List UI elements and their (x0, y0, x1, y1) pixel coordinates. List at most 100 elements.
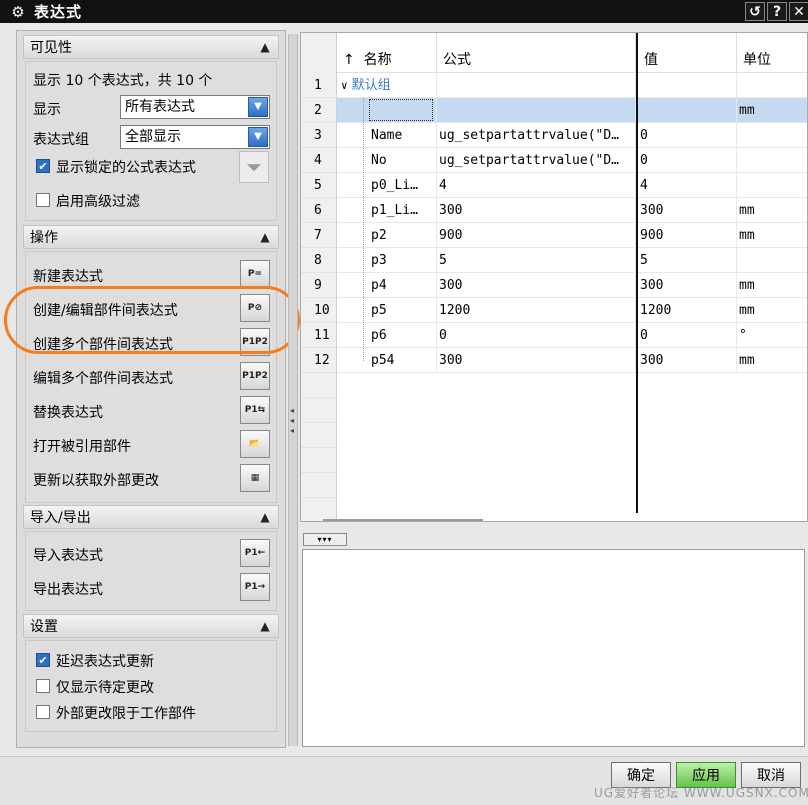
formula-cell[interactable]: 4 (437, 173, 636, 198)
expand-notes-icon[interactable]: ▾▾▾ (303, 533, 347, 546)
name-cell[interactable]: p2 (337, 223, 437, 248)
value-cell[interactable]: 1200 (638, 298, 737, 323)
collapse-arrow-icon[interactable]: ◂ ◂ ◂ (290, 406, 294, 436)
visibility-section-header[interactable]: 可见性 ▲ (23, 35, 279, 59)
formula-cell[interactable]: 1200 (437, 298, 636, 323)
value-cell[interactable]: 0 (638, 148, 737, 173)
import-export-section-header[interactable]: 导入/导出 ▲ (23, 505, 279, 529)
value-cell[interactable] (638, 98, 737, 123)
row-number[interactable]: 10 (301, 298, 337, 323)
replace-expression-label[interactable]: 替换表达式 (33, 402, 103, 422)
pending-only-checkbox[interactable] (36, 679, 50, 693)
formula-cell[interactable]: 900 (437, 223, 636, 248)
unit-cell[interactable]: mm (737, 298, 807, 323)
name-cell[interactable]: p54 (337, 348, 437, 373)
formula-cell[interactable] (437, 98, 636, 123)
unit-cell[interactable]: mm (737, 348, 807, 373)
formula-cell[interactable]: 5 (437, 248, 636, 273)
unit-cell[interactable]: mm (737, 223, 807, 248)
column-header-unit[interactable]: 单位 (737, 33, 807, 73)
unit-cell[interactable] (737, 73, 807, 98)
unit-cell[interactable]: mm (737, 98, 807, 123)
notes-panel[interactable] (302, 549, 805, 747)
new-expression-icon[interactable]: P= (240, 260, 270, 288)
formula-cell[interactable]: 300 (437, 273, 636, 298)
new-expression-label[interactable]: 新建表达式 (33, 266, 103, 286)
name-cell[interactable]: p4 (337, 273, 437, 298)
expand-group-icon[interactable]: ∨ (341, 79, 348, 92)
unit-cell[interactable] (737, 148, 807, 173)
table-row[interactable]: 7 p2 900 900 mm (301, 223, 807, 248)
sort-ascending-icon[interactable]: ↑ (343, 52, 355, 68)
show-locked-checkbox[interactable]: ✔ (36, 159, 50, 173)
row-number[interactable]: 7 (301, 223, 337, 248)
name-cell[interactable]: p3 (337, 248, 437, 273)
row-number[interactable]: 6 (301, 198, 337, 223)
formula-cell[interactable] (437, 73, 636, 98)
value-cell[interactable]: 4 (638, 173, 737, 198)
row-number[interactable]: 11 (301, 323, 337, 348)
row-number[interactable]: 1 (301, 73, 337, 98)
delay-update-checkbox[interactable]: ✔ (36, 653, 50, 667)
replace-expression-icon[interactable]: P1⇆ (240, 396, 270, 424)
value-cell[interactable]: 300 (638, 198, 737, 223)
table-row[interactable]: 9 p4 300 300 mm (301, 273, 807, 298)
row-number[interactable]: 2 (301, 98, 337, 123)
value-cell[interactable]: 300 (638, 273, 737, 298)
formula-cell[interactable]: ug_setpartattrvalue("D… (437, 148, 636, 173)
name-cell[interactable]: p6 (337, 323, 437, 348)
chevron-down-icon[interactable]: ▼ (248, 97, 268, 117)
close-icon[interactable]: ✕ (789, 2, 808, 21)
import-expression-icon[interactable]: P1← (240, 539, 270, 567)
group-select[interactable]: 全部显示 ▼ (120, 125, 270, 149)
value-cell[interactable]: 5 (638, 248, 737, 273)
column-header-formula[interactable]: 公式 (437, 33, 636, 73)
row-number[interactable]: 3 (301, 123, 337, 148)
row-number[interactable]: 8 (301, 248, 337, 273)
table-row[interactable]: 1 ∨ 默认组 (301, 73, 807, 98)
name-cell[interactable]: p1_Li… (337, 198, 437, 223)
table-row[interactable]: 8 p3 5 5 (301, 248, 807, 273)
row-number[interactable]: 5 (301, 173, 337, 198)
gear-icon[interactable]: ⚙ (8, 2, 28, 22)
update-external-label[interactable]: 更新以获取外部更改 (33, 470, 159, 490)
reset-icon[interactable]: ↺ (745, 2, 765, 21)
table-row[interactable]: 3 Name ug_setpartattrvalue("D… 0 (301, 123, 807, 148)
unit-cell[interactable]: mm (737, 273, 807, 298)
horizontal-scrollbar[interactable] (323, 519, 483, 521)
open-referenced-part-icon[interactable]: 📂 (240, 430, 270, 458)
table-row[interactable]: 5 p0_Li… 4 4 (301, 173, 807, 198)
edit-multiple-interpart-icon[interactable]: P1P2 (240, 362, 270, 390)
table-row[interactable]: 12 p54 300 300 mm (301, 348, 807, 373)
table-row[interactable]: 6 p1_Li… 300 300 mm (301, 198, 807, 223)
help-icon[interactable]: ? (767, 2, 787, 21)
filter-icon[interactable]: ⏷ (239, 151, 269, 183)
value-cell[interactable] (638, 73, 737, 98)
formula-cell[interactable]: 300 (437, 198, 636, 223)
row-number[interactable]: 9 (301, 273, 337, 298)
advanced-filter-checkbox[interactable] (36, 193, 50, 207)
table-row[interactable]: 10 p5 1200 1200 mm (301, 298, 807, 323)
export-expression-label[interactable]: 导出表达式 (33, 579, 103, 599)
collapse-chevron-icon[interactable]: ▲ (256, 617, 274, 635)
value-cell[interactable]: 0 (638, 323, 737, 348)
edit-multiple-interpart-label[interactable]: 编辑多个部件间表达式 (33, 368, 173, 388)
collapse-chevron-icon[interactable]: ▲ (256, 228, 274, 246)
row-number[interactable]: 4 (301, 148, 337, 173)
value-cell[interactable]: 900 (638, 223, 737, 248)
name-cell[interactable] (337, 98, 437, 123)
unit-cell[interactable] (737, 248, 807, 273)
name-cell[interactable]: No (337, 148, 437, 173)
row-number[interactable]: 12 (301, 348, 337, 373)
import-expression-label[interactable]: 导入表达式 (33, 545, 103, 565)
value-cell[interactable]: 0 (638, 123, 737, 148)
table-row[interactable]: 11 p6 0 0 ° (301, 323, 807, 348)
limit-external-checkbox[interactable] (36, 705, 50, 719)
panel-splitter[interactable]: ◂ ◂ ◂ (288, 34, 298, 746)
column-header-value[interactable]: 值 (638, 33, 737, 73)
name-cell[interactable]: p5 (337, 298, 437, 323)
formula-cell[interactable]: 300 (437, 348, 636, 373)
name-cell[interactable]: ∨ 默认组 (337, 73, 437, 98)
column-header-name[interactable]: ↑ 名称 (337, 33, 437, 73)
name-cell[interactable]: Name (337, 123, 437, 148)
